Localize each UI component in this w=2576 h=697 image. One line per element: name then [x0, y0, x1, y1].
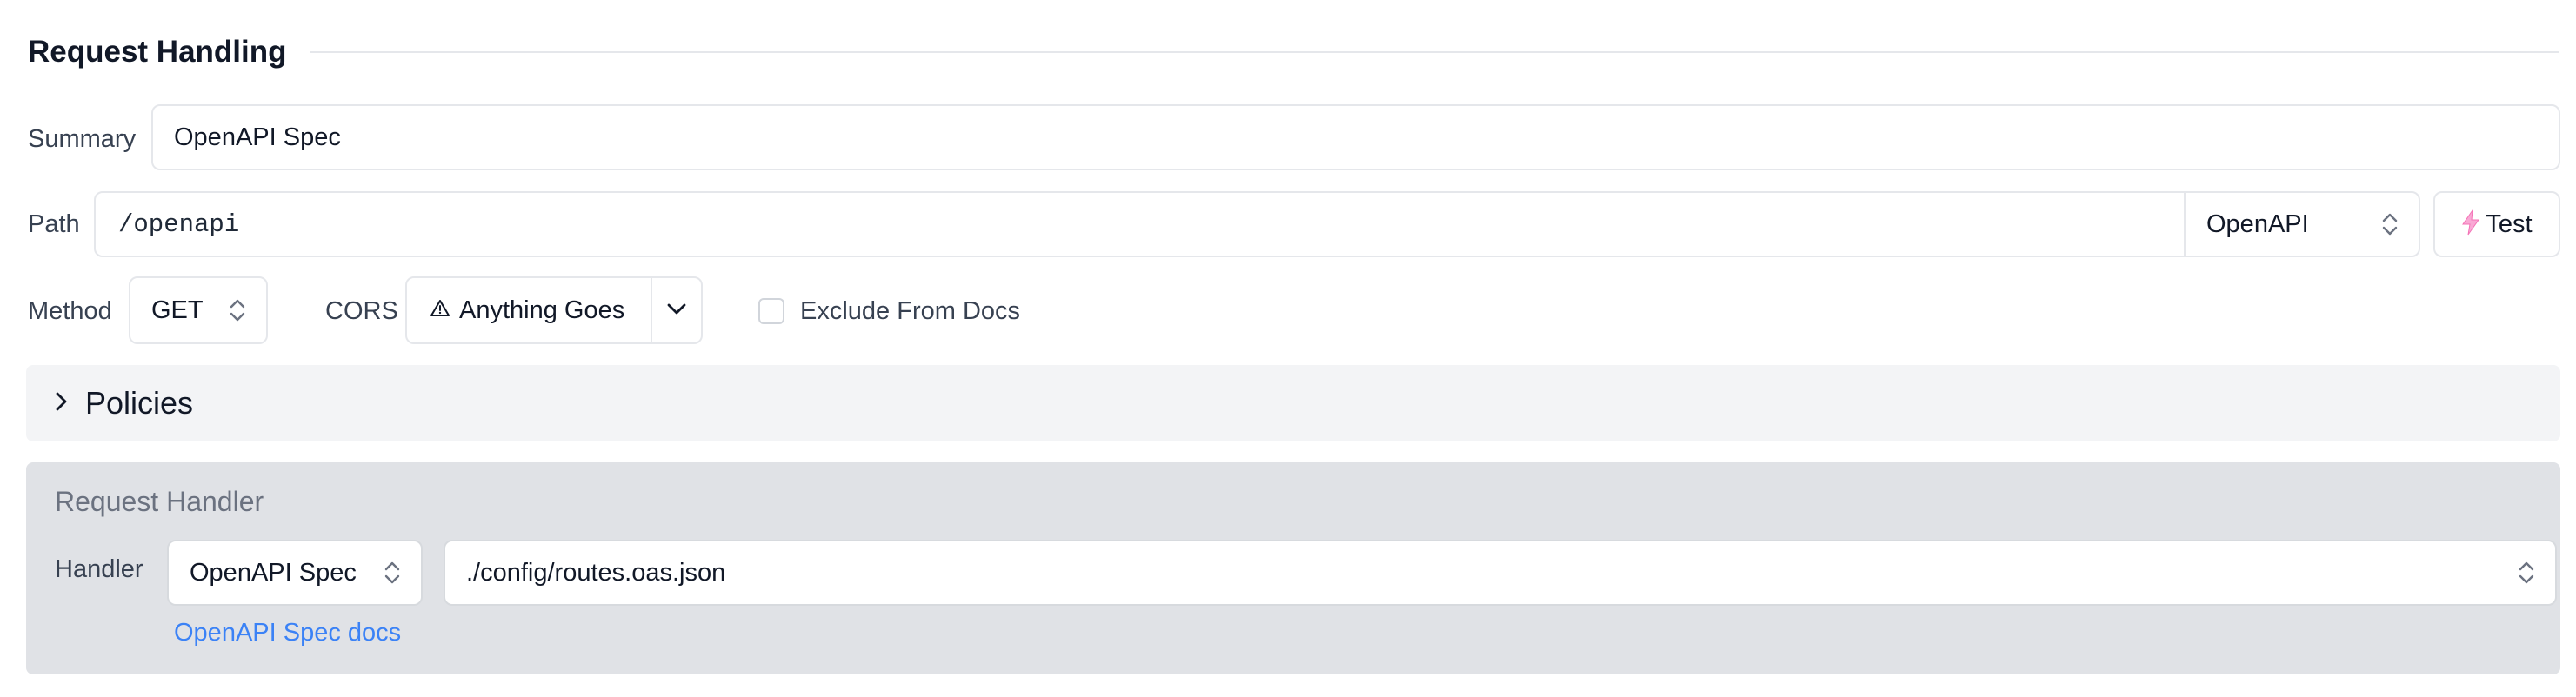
warning-icon — [430, 298, 450, 323]
request-handling-page: Request Handling Summary OpenAPI Spec Pa… — [0, 0, 2576, 697]
exclude-docs-label[interactable]: Exclude From Docs — [800, 295, 1020, 327]
handler-path-select[interactable]: ./config/routes.oas.json — [444, 540, 2557, 606]
path-type-value: OpenAPI — [2206, 209, 2309, 238]
summary-label: Summary — [28, 125, 137, 153]
section-title: Request Handling — [28, 35, 287, 69]
path-value: /openapi — [118, 209, 240, 239]
chevron-up-down-icon — [2380, 209, 2399, 240]
request-handler-title: Request Handler — [55, 486, 264, 517]
chevron-down-icon — [665, 301, 688, 321]
method-select[interactable]: GET — [129, 276, 268, 344]
handler-path-value: ./config/routes.oas.json — [466, 558, 726, 587]
path-input[interactable]: /openapi — [96, 193, 2184, 256]
handler-type-select[interactable]: OpenAPI Spec — [167, 540, 423, 606]
summary-input[interactable]: OpenAPI Spec — [151, 104, 2560, 170]
handler-docs-link[interactable]: OpenAPI Spec docs — [174, 619, 401, 647]
method-label: Method — [28, 297, 112, 325]
request-handler-panel: Request Handler Handler OpenAPI Spec ./c… — [26, 462, 2560, 674]
cors-select: Anything Goes — [405, 276, 703, 344]
policies-title: Policies — [85, 385, 194, 421]
handler-label: Handler — [55, 555, 143, 583]
chevron-up-down-icon — [383, 557, 402, 588]
path-type-select[interactable]: OpenAPI — [2184, 193, 2419, 256]
summary-value: OpenAPI Spec — [174, 123, 341, 151]
test-button[interactable]: Test — [2433, 191, 2560, 257]
cors-dropdown-toggle[interactable] — [651, 278, 701, 342]
cors-value-button[interactable]: Anything Goes — [407, 278, 651, 342]
lightning-icon — [2461, 208, 2480, 240]
path-label: Path — [28, 210, 80, 238]
method-value: GET — [151, 295, 204, 324]
section-header: Request Handling — [28, 31, 2559, 73]
chevron-right-icon — [52, 389, 70, 418]
path-group: /openapi OpenAPI — [94, 191, 2420, 257]
test-button-label: Test — [2486, 209, 2533, 238]
cors-value: Anything Goes — [459, 295, 625, 324]
section-divider — [309, 51, 2559, 53]
chevron-up-down-icon — [2517, 557, 2536, 588]
chevron-up-down-icon — [228, 295, 247, 326]
policies-section[interactable]: Policies — [26, 365, 2560, 441]
cors-label: CORS — [325, 297, 398, 325]
exclude-docs-checkbox[interactable] — [758, 298, 784, 324]
handler-type-value: OpenAPI Spec — [190, 558, 357, 587]
